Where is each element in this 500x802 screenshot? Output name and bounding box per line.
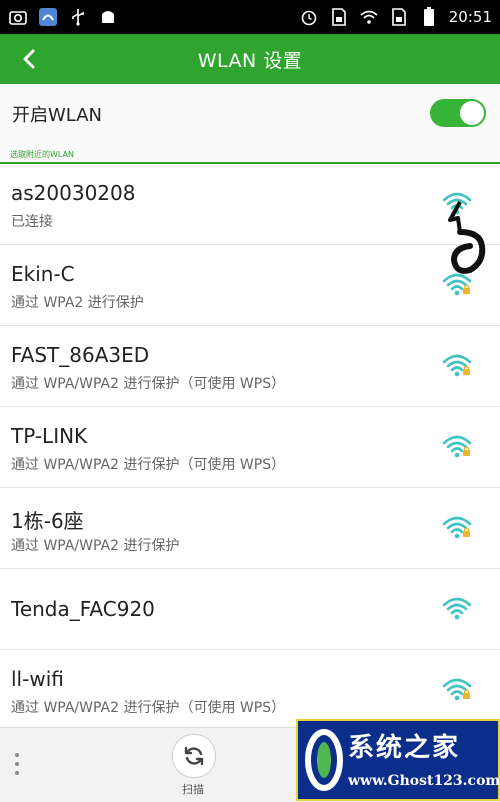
watermark-title: 系统之家 — [348, 733, 461, 763]
wifi-locked-icon — [442, 516, 472, 539]
pointer-annotation-icon — [448, 201, 486, 274]
scan-circle — [172, 734, 216, 778]
wlan-switch[interactable] — [430, 99, 486, 127]
network-list: as20030208 已连接 Ekin-C 通过 WPA2 进行保护 FAST_… — [0, 164, 500, 731]
network-name: 1栋-6座 — [11, 509, 84, 533]
network-name: as20030208 — [11, 181, 136, 205]
network-status: 通过 WPA/WPA2 进行保护（可使用 WPS） — [11, 376, 286, 392]
title-bar: WLAN 设置 — [0, 34, 500, 84]
network-item-tp-link[interactable]: TP-LINK 通过 WPA/WPA2 进行保护（可使用 WPS） — [0, 407, 500, 488]
section-header: 选取附近的WLAN — [0, 144, 500, 164]
network-status: 通过 WPA2 进行保护 — [11, 295, 144, 311]
alarm-icon — [299, 7, 319, 27]
refresh-icon — [184, 746, 204, 766]
wifi-signal-icon — [442, 597, 472, 620]
watermark: 系统之家 www.Ghost123.com — [296, 719, 500, 801]
status-bar-left — [8, 7, 118, 27]
page-title: WLAN 设置 — [197, 49, 303, 72]
network-status: 通过 WPA/WPA2 进行保护（可使用 WPS） — [11, 457, 286, 473]
section-label: 选取附近的WLAN — [10, 150, 75, 159]
watermark-url: www.Ghost123.com — [348, 773, 500, 789]
camera-icon — [8, 7, 28, 27]
network-name: Tenda_FAC920 — [11, 597, 155, 621]
network-item-as20030208[interactable]: as20030208 已连接 — [0, 164, 500, 245]
wlan-toggle-label: 开启WLAN — [12, 105, 103, 126]
network-name: ll-wifi — [11, 667, 64, 691]
wifi-locked-icon — [442, 435, 472, 458]
android-icon — [98, 7, 118, 27]
scan-label: 扫描 — [182, 783, 204, 796]
wifi-locked-icon — [442, 678, 472, 701]
battery-icon — [419, 7, 439, 27]
ghost-logo-icon — [305, 729, 343, 791]
network-item-ekin-c[interactable]: Ekin-C 通过 WPA2 进行保护 — [0, 245, 500, 326]
wlan-toggle-row[interactable]: 开启WLAN — [0, 84, 500, 144]
status-bar: 20:51 — [0, 0, 500, 34]
status-bar-right: 20:51 — [299, 7, 492, 27]
menu-dot-icon — [15, 753, 19, 757]
network-name: FAST_86A3ED — [11, 343, 150, 367]
network-item-1-dong-6-zuo[interactable]: 1栋-6座 通过 WPA/WPA2 进行保护 — [0, 488, 500, 569]
network-item-fast-86a3ed[interactable]: FAST_86A3ED 通过 WPA/WPA2 进行保护（可使用 WPS） — [0, 326, 500, 407]
network-name: TP-LINK — [11, 424, 88, 448]
sim-icon — [389, 7, 409, 27]
app-icon — [38, 7, 58, 27]
scan-button[interactable]: 扫描 — [168, 734, 218, 798]
switch-knob — [460, 101, 484, 125]
sim-icon — [329, 7, 349, 27]
back-button[interactable] — [14, 44, 44, 74]
network-status: 通过 WPA/WPA2 进行保护（可使用 WPS） — [11, 700, 286, 716]
usb-icon — [68, 7, 88, 27]
menu-dot-icon — [15, 762, 19, 766]
menu-dot-icon — [15, 771, 19, 775]
network-status: 已连接 — [11, 214, 53, 230]
network-name: Ekin-C — [11, 262, 75, 286]
status-time: 20:51 — [448, 8, 492, 26]
network-status: 通过 WPA/WPA2 进行保护 — [11, 538, 180, 554]
network-item-tenda-fac920[interactable]: Tenda_FAC920 — [0, 569, 500, 650]
chevron-left-icon — [23, 49, 35, 69]
wifi-icon — [359, 7, 379, 27]
wifi-locked-icon — [442, 354, 472, 377]
overflow-menu-button[interactable] — [8, 746, 26, 782]
